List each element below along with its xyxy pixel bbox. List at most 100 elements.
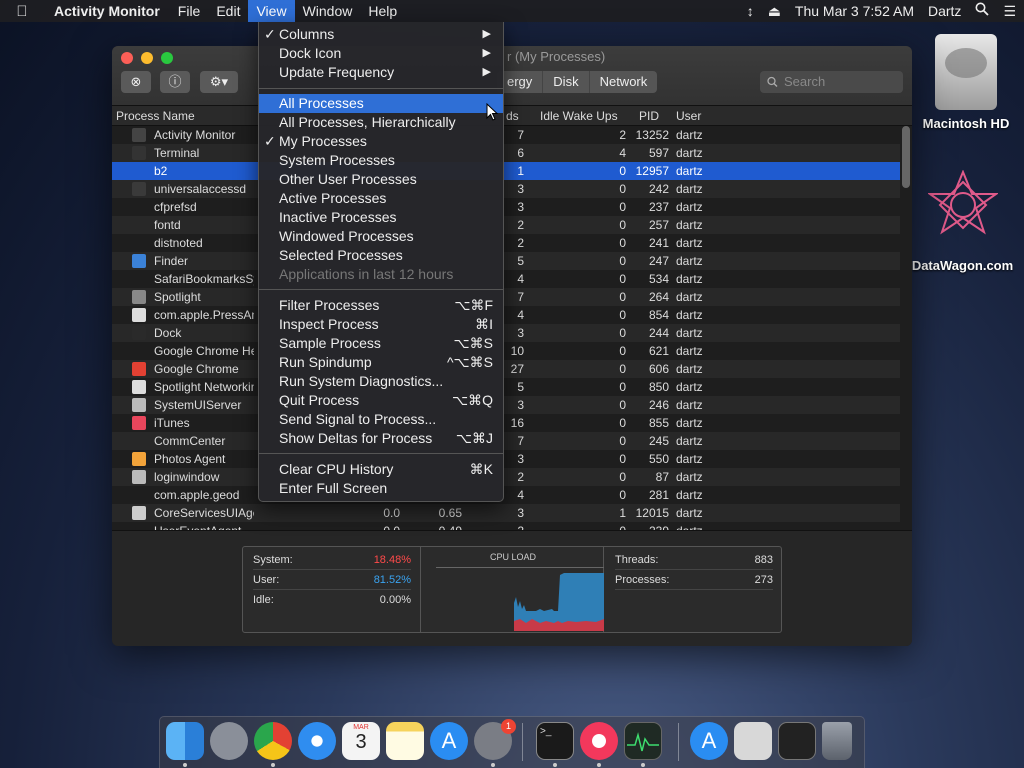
scrollbar-thumb[interactable] [902, 126, 910, 188]
desktop-macintosh-hd[interactable]: Macintosh HD [916, 34, 1016, 131]
notification-center-icon[interactable]: ☰ [1003, 0, 1016, 22]
menu-update-frequency[interactable]: Update Frequency ▶ [259, 63, 503, 82]
table-row[interactable]: SafariBookmarksSyn 4 0 534 dartz [112, 270, 900, 288]
window-titlebar[interactable]: r (My Processes) ⊗ ⓘ ⚙▾ ergy Disk Networ… [112, 46, 912, 106]
table-row[interactable]: distnoted 2 0 241 dartz [112, 234, 900, 252]
spotlight-search-icon[interactable] [975, 0, 990, 22]
menu-system-processes[interactable]: System Processes [259, 151, 503, 170]
action-menu-button[interactable]: ⚙▾ [200, 71, 238, 93]
col-user[interactable]: User [676, 109, 701, 123]
menu-help[interactable]: Help [360, 0, 405, 22]
menu-run-spindump[interactable]: Run Spindump ^⌥⌘S [259, 353, 503, 372]
table-row[interactable]: universalaccessd 3 0 242 dartz [112, 180, 900, 198]
table-row[interactable]: SystemUIServer 3 0 246 dartz [112, 396, 900, 414]
menu-inspect-process[interactable]: Inspect Process ⌘I [259, 315, 503, 334]
table-row[interactable]: Google Chrome 27 0 606 dartz [112, 360, 900, 378]
menu-selected-processes[interactable]: Selected Processes [259, 246, 503, 265]
table-row[interactable]: Google Chrome Hel 10 0 621 dartz [112, 342, 900, 360]
menu-enter-full-screen[interactable]: Enter Full Screen [259, 479, 503, 498]
dock-terminal-icon[interactable]: >_ [536, 722, 574, 760]
menu-send-signal[interactable]: Send Signal to Process... [259, 410, 503, 429]
col-pid[interactable]: PID [639, 109, 659, 123]
table-row[interactable]: CommCenter 7 0 245 dartz [112, 432, 900, 450]
col-process-name[interactable]: Process Name [116, 109, 195, 123]
tab-network[interactable]: Network [588, 71, 658, 93]
menu-quit-process[interactable]: Quit Process ⌥⌘Q [259, 391, 503, 410]
table-row[interactable]: loginwindow 2 0 87 dartz [112, 468, 900, 486]
dock-notes-icon[interactable] [386, 722, 424, 760]
user-menu[interactable]: Dartz [928, 0, 961, 22]
menu-windowed-processes[interactable]: Windowed Processes [259, 227, 503, 246]
menu-view[interactable]: View [248, 0, 295, 22]
menu-dock-icon[interactable]: Dock Icon ▶ [259, 44, 503, 63]
menu-columns[interactable]: ✓ Columns ▶ [259, 25, 503, 44]
dock-activity-monitor-icon[interactable] [624, 722, 662, 760]
menu-all-processes[interactable]: All Processes [259, 94, 503, 113]
dock-launchpad-icon[interactable] [210, 722, 248, 760]
pid-cell: 281 [648, 488, 669, 502]
menu-sample-process[interactable]: Sample Process ⌥⌘S [259, 334, 503, 353]
col-threads[interactable]: ds [506, 109, 519, 123]
dock-finder-icon[interactable] [166, 722, 204, 760]
menu-clear-cpu-history[interactable]: Clear CPU History ⌘K [259, 460, 503, 479]
menu-other-user-processes[interactable]: Other User Processes [259, 170, 503, 189]
eject-icon[interactable]: ⏏ [768, 0, 781, 22]
dock-app-store-download-icon[interactable]: A [690, 722, 728, 760]
table-row[interactable]: Spotlight Networkin 5 0 850 dartz [112, 378, 900, 396]
table-row[interactable]: Terminal 6 4 597 dartz [112, 144, 900, 162]
vertical-scrollbar[interactable] [902, 126, 910, 530]
minimize-window-button[interactable] [141, 52, 153, 64]
dock-app-store-icon[interactable]: A [430, 722, 468, 760]
table-row[interactable]: fontd 2 0 257 dartz [112, 216, 900, 234]
table-row[interactable]: CoreServicesUIAgent 0.0 0.65 3 1 12015 dartz [112, 504, 900, 522]
inspect-button[interactable]: ⓘ [160, 71, 190, 93]
app-name-menu[interactable]: Activity Monitor [44, 3, 170, 19]
table-row[interactable]: Dock 3 0 244 dartz [112, 324, 900, 342]
apple-icon[interactable]:  [0, 3, 44, 20]
dock-system-preferences-icon[interactable]: 1 [474, 719, 516, 760]
table-row[interactable]: com.apple.PressAnd 4 0 854 dartz [112, 306, 900, 324]
col-idle-wake-ups[interactable]: Idle Wake Ups [540, 109, 618, 123]
table-row[interactable]: com.apple.geod 4 0 281 dartz [112, 486, 900, 504]
menu-window[interactable]: Window [295, 0, 361, 22]
desktop-dw-label: DataWagon.com [911, 258, 1014, 273]
menu-show-deltas[interactable]: Show Deltas for Process ⌥⌘J [259, 429, 503, 448]
table-row[interactable]: UserEventAgent0.00.4920239dartz [112, 522, 900, 530]
close-window-button[interactable] [121, 52, 133, 64]
process-name-cell: CoreServicesUIAgent [154, 506, 254, 520]
table-row[interactable]: cfprefsd 3 0 237 dartz [112, 198, 900, 216]
threads-cell: 5 [517, 380, 524, 394]
desktop-datawagon[interactable]: DataWagon.com [905, 169, 1020, 273]
menu-active-processes[interactable]: Active Processes [259, 189, 503, 208]
idle-wake-cell: 0 [619, 326, 626, 340]
dock-chrome-icon[interactable] [254, 722, 292, 760]
process-name-cell: SystemUIServer [154, 398, 242, 412]
stop-process-button[interactable]: ⊗ [121, 71, 151, 93]
menu-all-processes-hierarchically[interactable]: All Processes, Hierarchically [259, 113, 503, 132]
tab-disk[interactable]: Disk [542, 71, 588, 93]
menu-filter-processes[interactable]: Filter Processes ⌥⌘F [259, 296, 503, 315]
zoom-window-button[interactable] [161, 52, 173, 64]
menu-file[interactable]: File [170, 0, 209, 22]
search-icon [767, 71, 778, 100]
menu-inactive-processes[interactable]: Inactive Processes [259, 208, 503, 227]
clock[interactable]: Thu Mar 3 7:52 AM [795, 0, 914, 22]
table-row[interactable]: iTunes 16 0 855 dartz [112, 414, 900, 432]
input-arrows-icon[interactable]: ↕ [747, 0, 754, 22]
menu-run-system-diagnostics[interactable]: Run System Diagnostics... [259, 372, 503, 391]
menu-my-processes[interactable]: ✓ My Processes [259, 132, 503, 151]
table-row[interactable]: Finder 5 0 247 dartz [112, 252, 900, 270]
menu-edit[interactable]: Edit [208, 0, 248, 22]
dock-safari-icon[interactable] [298, 722, 336, 760]
dock-document-icon[interactable] [734, 722, 772, 760]
dock-running-indicator [271, 763, 275, 767]
table-row[interactable]: Photos Agent 3 0 550 dartz [112, 450, 900, 468]
table-row[interactable]: Spotlight 7 0 264 dartz [112, 288, 900, 306]
dock-calendar-icon[interactable]: MAR 3 [342, 722, 380, 760]
search-input[interactable]: Search [760, 71, 903, 93]
table-row[interactable]: Activity Monitor 7 2 13252 dartz [112, 126, 900, 144]
table-row[interactable]: b2 1 0 12957 dartz [112, 162, 900, 180]
dock-screenshot-icon[interactable] [778, 722, 816, 760]
dock-trash-icon[interactable] [822, 722, 852, 760]
dock-itunes-icon[interactable] [580, 722, 618, 760]
